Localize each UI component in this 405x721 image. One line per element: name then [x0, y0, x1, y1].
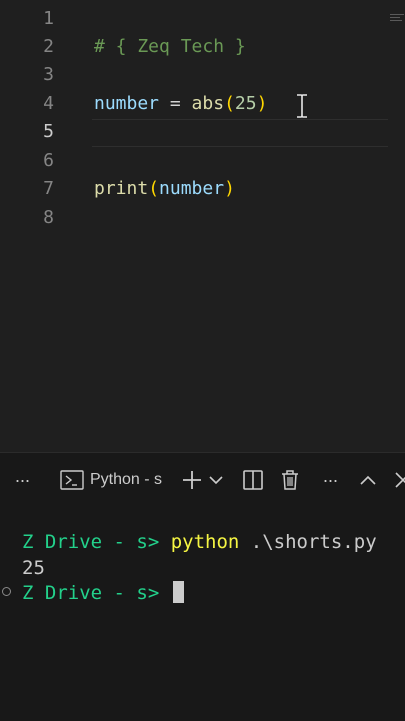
terminal-argument: .\shorts.py	[239, 531, 377, 553]
line-number: 2	[43, 36, 54, 57]
paren-open-token: (	[224, 93, 235, 114]
code-editor[interactable]: 1 2 # { Zeq Tech } 3 4 number = abs(25) …	[0, 0, 405, 452]
terminal-icon	[60, 470, 84, 490]
terminal-tab-label: Python - s	[90, 471, 163, 488]
split-terminal-button[interactable]	[240, 466, 266, 494]
line-number: 5	[43, 121, 54, 142]
code-line-3[interactable]: 3	[0, 61, 405, 89]
code-text: # { Zeq Tech }	[94, 33, 246, 61]
ellipsis-icon: ···	[14, 469, 31, 490]
line-number: 3	[43, 64, 54, 85]
code-line-2[interactable]: 2 # { Zeq Tech }	[0, 33, 405, 61]
line-number: 4	[43, 93, 54, 114]
ellipsis-icon: ···	[322, 469, 339, 490]
maximize-panel-button[interactable]	[356, 466, 380, 494]
code-line-5[interactable]: 5	[0, 118, 405, 146]
more-actions-right-button[interactable]: ···	[316, 466, 344, 494]
command-decoration-icon[interactable]	[2, 587, 11, 596]
line-number: 7	[43, 178, 54, 199]
function-token: print	[94, 178, 149, 199]
variable-token: number	[94, 93, 160, 114]
terminal-output-line: 25	[22, 557, 45, 579]
code-text: print(number)	[94, 175, 235, 203]
terminal-line-3: Z Drive - s>	[22, 580, 184, 606]
terminal-prompt: Z Drive - s>	[22, 582, 171, 604]
panel-toolbar: ··· Python - s ···	[0, 453, 405, 507]
chevron-up-icon	[359, 474, 377, 486]
more-actions-button[interactable]: ···	[8, 466, 36, 494]
terminal-tab-python[interactable]: Python - s	[60, 466, 168, 494]
line-number: 6	[43, 150, 54, 171]
close-panel-button[interactable]	[393, 466, 405, 494]
code-line-8[interactable]: 8	[0, 204, 405, 232]
terminal-cursor	[172, 581, 184, 603]
variable-token: number	[159, 178, 225, 199]
chevron-down-icon	[209, 475, 223, 485]
trash-icon	[280, 469, 300, 491]
plus-icon	[181, 469, 203, 491]
function-token: abs	[191, 93, 225, 114]
operator-token: =	[159, 93, 192, 114]
code-line-4[interactable]: 4 number = abs(25)	[0, 90, 405, 118]
code-text: number = abs(25)	[94, 90, 267, 118]
number-token: 25	[234, 93, 257, 114]
code-line-7[interactable]: 7 print(number)	[0, 175, 405, 203]
terminal-dropdown-button[interactable]	[205, 466, 227, 494]
terminal-command: python	[170, 531, 240, 553]
close-icon	[394, 471, 405, 489]
line-number: 1	[43, 8, 54, 29]
text-cursor-icon	[296, 93, 308, 119]
code-line-6[interactable]: 6	[0, 147, 405, 175]
paren-open-token: (	[148, 178, 160, 199]
terminal-line-1: Z Drive - s> python .\shorts.py	[22, 529, 377, 555]
kill-terminal-button[interactable]	[278, 466, 302, 494]
comment-token: # { Zeq Tech }	[94, 36, 246, 57]
terminal-panel: ··· Python - s ··· Z Drive - s> python .…	[0, 452, 405, 721]
line-number: 8	[43, 207, 54, 228]
code-line-1[interactable]: 1	[0, 5, 405, 33]
split-terminal-icon	[242, 469, 264, 491]
new-terminal-button[interactable]	[179, 466, 205, 494]
terminal-prompt: Z Drive - s>	[22, 531, 171, 553]
paren-close-token: )	[224, 178, 235, 199]
paren-close-token: )	[256, 93, 268, 114]
